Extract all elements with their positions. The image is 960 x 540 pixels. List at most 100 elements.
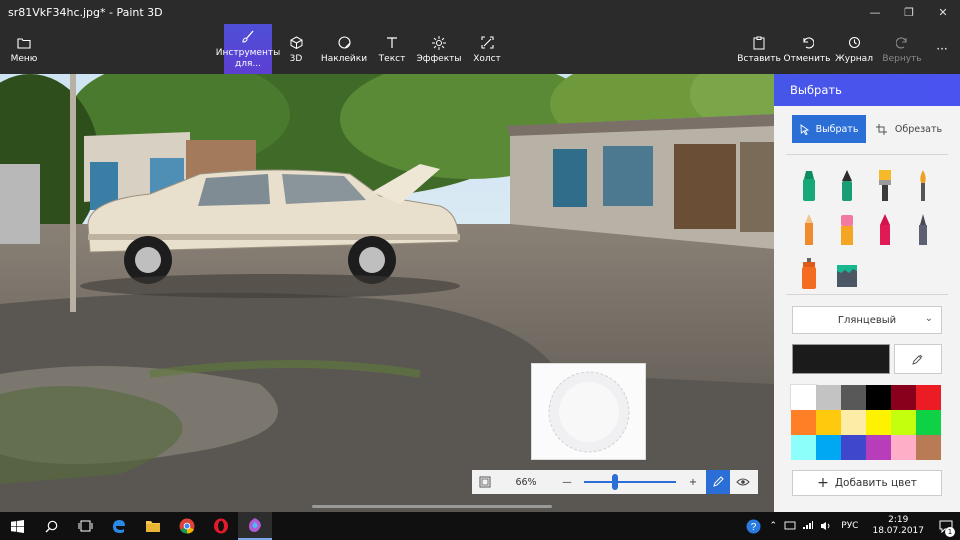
windows-start-icon[interactable] — [0, 512, 34, 540]
panel-title: Выбрать — [774, 74, 960, 106]
notifications-icon[interactable]: 1 — [932, 512, 960, 540]
close-icon[interactable]: ✕ — [926, 0, 960, 24]
divider — [786, 154, 948, 155]
volume-icon[interactable] — [817, 512, 835, 540]
history-label: Журнал — [835, 53, 873, 64]
tab-canvas-label: Холст — [473, 53, 501, 64]
network-icon[interactable] — [781, 512, 799, 540]
fit-view-icon[interactable] — [472, 470, 498, 494]
palette-color-swatch[interactable] — [891, 435, 916, 460]
crop-button[interactable]: Обрезать — [874, 115, 944, 143]
effects-icon — [432, 35, 446, 51]
palette-color-swatch[interactable] — [816, 435, 841, 460]
canvas-icon — [480, 35, 494, 51]
clock-date: 18.07.2017 — [872, 526, 924, 536]
paint3d-window: sr81VkF34hc.jpg* - Paint 3D — ❐ ✕ Меню И… — [0, 0, 960, 512]
palette-color-swatch[interactable] — [916, 435, 941, 460]
tab-3d-label: 3D — [289, 53, 303, 64]
add-color-label: Добавить цвет — [834, 477, 917, 489]
calligraphy-pen-icon[interactable] — [834, 168, 860, 204]
title-bar: sr81VkF34hc.jpg* - Paint 3D — ❐ ✕ — [0, 0, 960, 24]
tab-brushes[interactable]: Инструменты для... — [216, 24, 280, 74]
paste-icon — [753, 35, 765, 51]
finish-dropdown[interactable]: Глянцевый ⌄ — [792, 306, 942, 334]
palette-color-swatch[interactable] — [841, 385, 866, 410]
palette-color-swatch[interactable] — [891, 385, 916, 410]
pixel-pen-icon[interactable] — [910, 212, 936, 248]
palette-color-swatch[interactable] — [916, 385, 941, 410]
zoom-percent: 66% — [515, 476, 537, 488]
brush-grid — [796, 168, 946, 292]
palette-color-swatch[interactable] — [866, 435, 891, 460]
current-color-swatch[interactable] — [792, 344, 890, 374]
brush-icon — [241, 29, 255, 45]
watercolor-icon[interactable] — [910, 168, 936, 204]
eyedropper-button[interactable] — [894, 344, 942, 374]
horizontal-scrollbar[interactable] — [312, 505, 552, 508]
tab-text[interactable]: Текст — [376, 24, 408, 74]
view-icon[interactable] — [730, 470, 756, 494]
more-options-button[interactable]: ··· — [930, 24, 954, 74]
paste-label: Вставить — [737, 53, 781, 64]
chevron-up-icon[interactable]: ⌃ — [765, 512, 781, 540]
photo-image — [0, 74, 774, 512]
chrome-icon[interactable] — [170, 512, 204, 540]
cursor-icon — [800, 123, 809, 135]
edge-icon[interactable] — [102, 512, 136, 540]
taskbar: ? ⌃ РУС 2:19 18.07.2017 1 — [0, 512, 960, 540]
tab-canvas[interactable]: Холст — [470, 24, 504, 74]
history-button[interactable]: Журнал — [835, 24, 873, 74]
paint3d-icon[interactable] — [238, 512, 272, 540]
palette-color-swatch[interactable] — [891, 410, 916, 435]
undo-button[interactable]: Отменить — [784, 24, 830, 74]
tab-stickers[interactable]: Наклейки — [320, 24, 368, 74]
language-indicator[interactable]: РУС — [835, 521, 864, 531]
select-button[interactable]: Выбрать — [792, 115, 866, 143]
canvas-area[interactable]: 66% — + — [0, 74, 774, 512]
add-color-button[interactable]: + Добавить цвет — [792, 470, 942, 496]
palette-color-swatch[interactable] — [816, 385, 841, 410]
palette-color-swatch[interactable] — [816, 410, 841, 435]
restore-icon[interactable]: ❐ — [892, 0, 926, 24]
paste-button[interactable]: Вставить — [737, 24, 781, 74]
pen-mode-icon[interactable] — [706, 470, 730, 494]
zoom-out-icon[interactable]: — — [554, 470, 580, 494]
palette-color-swatch[interactable] — [791, 435, 816, 460]
redo-button[interactable]: Вернуть — [882, 24, 922, 74]
eraser-icon[interactable] — [834, 212, 860, 248]
pencil-icon[interactable] — [796, 212, 822, 248]
palette-color-swatch[interactable] — [866, 385, 891, 410]
clock[interactable]: 2:19 18.07.2017 — [864, 515, 932, 537]
spray-can-icon[interactable] — [796, 256, 822, 292]
palette-color-swatch[interactable] — [791, 410, 816, 435]
zoom-thumb[interactable] — [611, 474, 618, 490]
tab-brushes-label: Инструменты для... — [215, 47, 281, 69]
wifi-icon[interactable] — [799, 512, 817, 540]
opera-icon[interactable] — [204, 512, 238, 540]
marker-icon[interactable] — [796, 168, 822, 204]
chevron-down-icon: ⌄ — [924, 313, 933, 324]
ribbon: Меню Инструменты для... 3D Наклейки Текс… — [0, 24, 960, 74]
zoom-in-icon[interactable]: + — [680, 470, 706, 494]
tab-effects[interactable]: Эффекты — [417, 24, 462, 74]
cube-icon — [290, 35, 303, 51]
file-explorer-icon[interactable] — [136, 512, 170, 540]
palette-color-swatch[interactable] — [841, 435, 866, 460]
palette-color-swatch[interactable] — [841, 410, 866, 435]
notification-count: 1 — [945, 527, 955, 537]
task-view-icon[interactable] — [68, 512, 102, 540]
oil-brush-icon[interactable] — [872, 168, 898, 204]
minimize-icon[interactable]: — — [858, 0, 892, 24]
fill-bucket-icon[interactable] — [834, 256, 860, 292]
search-icon[interactable] — [34, 512, 68, 540]
tab-3d[interactable]: 3D — [282, 24, 310, 74]
menu-button[interactable]: Меню — [4, 24, 44, 74]
crayon-icon[interactable] — [872, 212, 898, 248]
help-icon[interactable]: ? — [741, 512, 765, 540]
palette-color-swatch[interactable] — [866, 410, 891, 435]
palette-color-swatch[interactable] — [916, 410, 941, 435]
palette-color-swatch[interactable] — [790, 384, 817, 411]
svg-text:?: ? — [750, 522, 756, 533]
selection-preview[interactable] — [531, 363, 646, 460]
zoom-slider[interactable] — [580, 470, 680, 494]
